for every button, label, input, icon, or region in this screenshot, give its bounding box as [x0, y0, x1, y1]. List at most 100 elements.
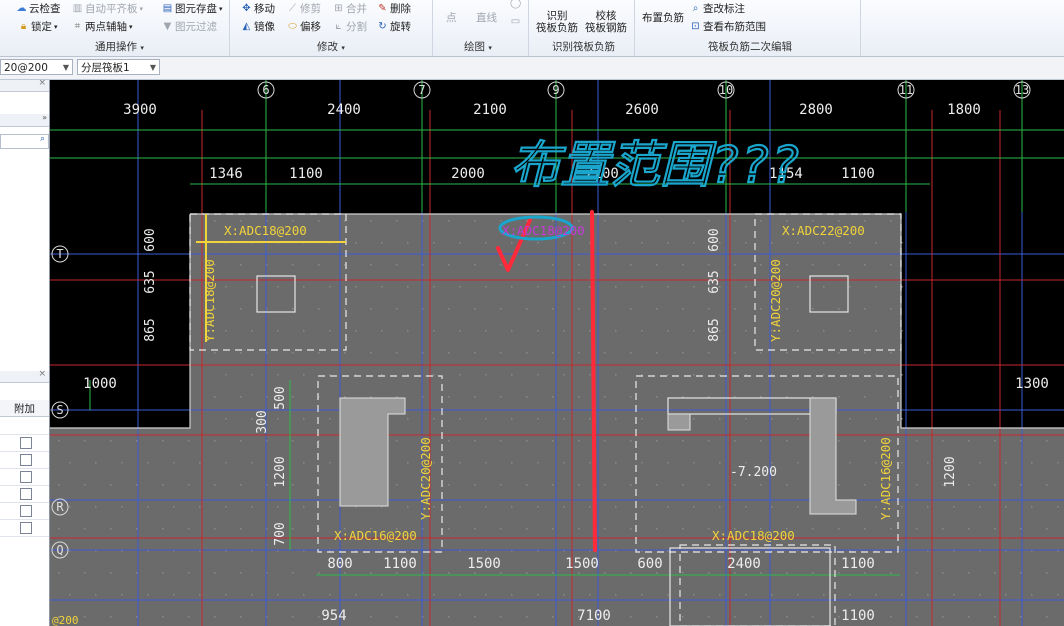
layer-combo[interactable]: 分层筏板1 ▼ [77, 59, 160, 75]
rect-icon: ▭ [510, 16, 521, 27]
hatch-dot [745, 506, 747, 508]
hatch-dot [277, 594, 279, 596]
identify-button[interactable]: 识别 筏板负筋 [536, 10, 578, 34]
hatch-dot [526, 352, 528, 354]
attach-checkbox[interactable] [20, 437, 32, 449]
view-range-button[interactable]: ⊡ 查看布筋范围 [690, 19, 766, 34]
search-icon[interactable]: ⌕ [40, 134, 45, 144]
hatch-dot [214, 572, 216, 574]
axis-label-11: 11 [899, 83, 913, 97]
hatch-dot [1057, 462, 1059, 464]
merge-button[interactable]: ⊞ 合并 [333, 1, 367, 16]
hatch-dot [589, 374, 591, 376]
hatch-dot [292, 396, 294, 398]
draw-point-button[interactable]: 点 [446, 10, 457, 25]
close-icon[interactable]: × [38, 78, 46, 88]
hatch-dot [474, 572, 476, 574]
rebar-label: Y:ADC20@200 [418, 437, 433, 520]
hatch-dot [1005, 506, 1007, 508]
hatch-dot [901, 506, 903, 508]
hatch-dot [890, 572, 892, 574]
hatch-dot [994, 572, 996, 574]
hatch-dot [890, 308, 892, 310]
hatch-dot [667, 242, 669, 244]
hatch-dot [682, 616, 684, 618]
place-negative-rebar-button[interactable]: 布置负筋 [642, 10, 684, 25]
close-icon[interactable]: × [38, 369, 46, 379]
lock-button[interactable]: 🔒︎ 锁定 ▾ [18, 19, 58, 34]
hatch-dot [797, 242, 799, 244]
ribbon-group-edit2: 布置负筋 ⌕ 查改标注 ⊡ 查看布筋范围 筏板负筋二次编辑 [634, 0, 861, 56]
dim-text: 1346 [209, 166, 243, 182]
expand-icon[interactable]: » [42, 113, 47, 122]
attach-checkbox[interactable] [20, 522, 32, 534]
offset-button[interactable]: ⬭ 偏移 [287, 19, 321, 34]
hatch-dot [849, 418, 851, 420]
rebar-spec-combo[interactable]: 20@200 ▼ [0, 59, 73, 75]
mirror-button[interactable]: ◭ 镜像 [241, 19, 275, 34]
hatch-dot [630, 572, 632, 574]
attach-checkbox[interactable] [20, 471, 32, 483]
hatch-dot [407, 242, 409, 244]
hatch-dot [58, 528, 60, 530]
hatch-dot [370, 396, 372, 398]
dim-text: 1100 [841, 608, 875, 624]
hatch-dot [760, 308, 762, 310]
hatch-dot [630, 440, 632, 442]
hatch-dot [251, 286, 253, 288]
hatch-dot [277, 506, 279, 508]
hatch-dot [693, 594, 695, 596]
dim-text: 1100 [841, 166, 875, 182]
hatch-dot [771, 374, 773, 376]
hatch-dot [615, 374, 617, 376]
hatch-dot [225, 374, 227, 376]
hatch-dot [719, 594, 721, 596]
verify-button[interactable]: 校核 筏板钢筋 [585, 10, 627, 34]
split-button[interactable]: ⟀ 分割 [333, 19, 368, 34]
hatch-dot [786, 440, 788, 442]
two-point-axis-button[interactable]: ⌗ 两点辅轴 ▾ [72, 19, 133, 34]
hatch-dot [563, 594, 565, 596]
cloud-check-button[interactable]: ☁ 云检查 [16, 1, 61, 16]
auto-flat-plate-button[interactable]: ▥ 自动平齐板 ▾ [72, 1, 143, 16]
hatch-dot [719, 418, 721, 420]
hatch-dot [812, 308, 814, 310]
hatch-dot [719, 506, 721, 508]
rotate-button[interactable]: ↻ 旋转 [377, 19, 411, 34]
pane-search-input[interactable]: ⌕ [0, 134, 49, 149]
delete-button[interactable]: ✎ 删除 [377, 1, 411, 16]
property-row [0, 485, 49, 503]
hatch-dot [162, 484, 164, 486]
trim-button[interactable]: ⟋ 修剪 [287, 1, 321, 16]
selected-rebar-label[interactable]: X:ADC18@200 [502, 223, 585, 238]
hatch-dot [199, 594, 201, 596]
hatch-dot [734, 616, 736, 618]
hatch-dot [396, 440, 398, 442]
dim-text: 1100 [383, 556, 417, 572]
hatch-dot [318, 352, 320, 354]
hatch-dot [786, 352, 788, 354]
modify-label-button[interactable]: ⌕ 查改标注 [690, 1, 745, 16]
attach-checkbox[interactable] [20, 505, 32, 517]
attach-checkbox[interactable] [20, 488, 32, 500]
hatch-dot [994, 484, 996, 486]
hatch-dot [942, 616, 944, 618]
hatch-dot [396, 264, 398, 266]
draw-arc-button[interactable]: ◯ [510, 0, 521, 9]
hatch-dot [251, 594, 253, 596]
hatch-dot [875, 506, 877, 508]
cad-drawing-canvas[interactable]: 6 7 9 10 11 13 T S R Q 3900 2400 2100 26… [50, 80, 1064, 626]
attach-checkbox[interactable] [20, 454, 32, 466]
hatch-dot [318, 616, 320, 618]
hatch-dot [500, 352, 502, 354]
element-filter-button[interactable]: ▼ 图元过滤 [162, 19, 217, 34]
draw-rect-button[interactable]: ▭ [510, 16, 521, 27]
hatch-dot [786, 484, 788, 486]
element-save-button[interactable]: ▤ 图元存盘 ▾ [162, 1, 223, 16]
draw-line-button[interactable]: 直线 [476, 10, 497, 25]
move-button[interactable]: ✥ 移动 [241, 1, 275, 16]
hatch-dot [511, 418, 513, 420]
hatch-dot [890, 396, 892, 398]
hatch-dot [916, 440, 918, 442]
property-pane-header: × [0, 369, 49, 383]
